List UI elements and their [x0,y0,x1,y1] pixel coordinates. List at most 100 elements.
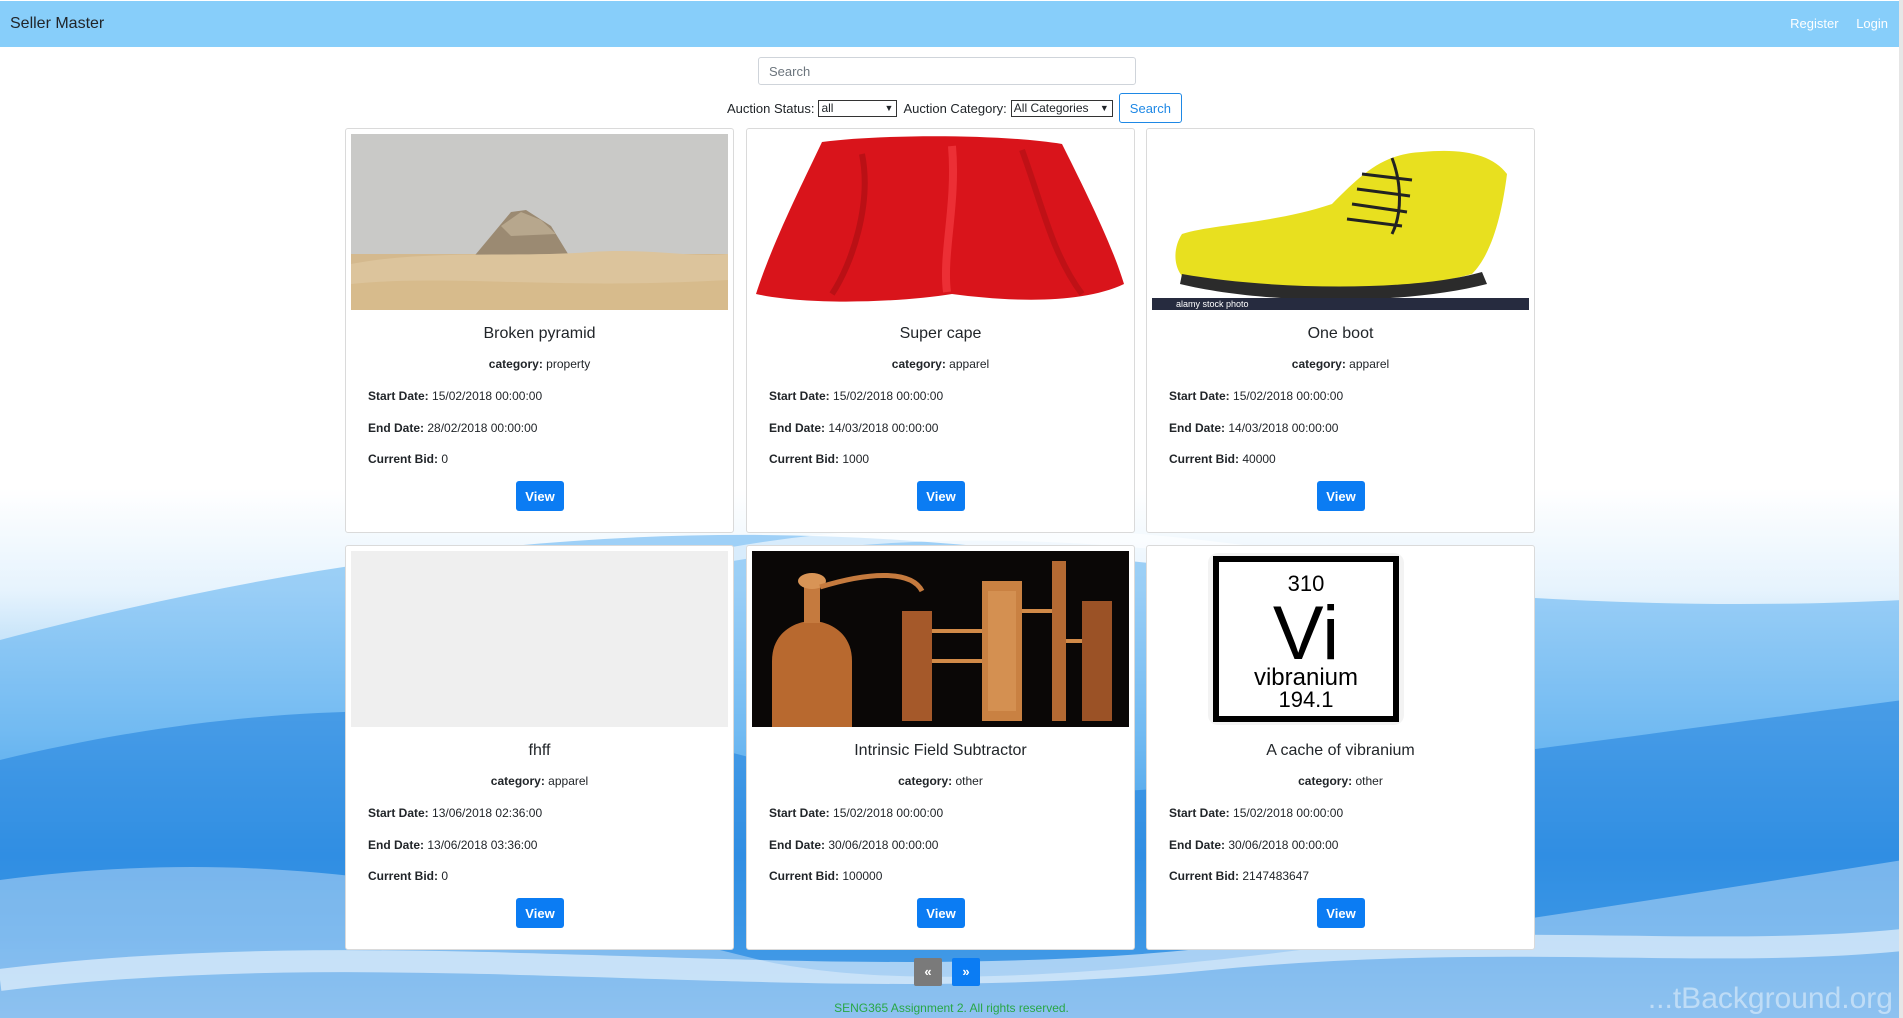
start-date: Start Date: 15/02/2018 00:00:00 [769,389,943,403]
end-date-value: 14/03/2018 00:00:00 [1228,421,1339,435]
auction-category: category: other [747,774,1134,788]
start-date-value: 15/02/2018 00:00:00 [833,806,944,820]
start-date-label: Start Date: [769,806,830,820]
view-button[interactable]: View [516,898,564,928]
search-button[interactable]: Search [1118,93,1182,123]
category-label: category: [1298,774,1353,788]
view-button[interactable]: View [1317,481,1365,511]
red-cape-photo[interactable] [752,134,1129,310]
auction-category: category: other [1147,774,1534,788]
category-label: category: [488,357,543,371]
start-date-value: 15/02/2018 00:00:00 [833,389,944,403]
auction-category: category: apparel [747,357,1134,371]
current-bid-label: Current Bid: [769,452,839,466]
view-button[interactable]: View [917,898,965,928]
chevron-down-icon: ▼ [884,102,894,113]
vertical-scrollbar[interactable] [1899,0,1903,1018]
end-date-value: 13/06/2018 03:36:00 [427,838,538,852]
copper-still-photo[interactable] [752,551,1129,727]
end-date-label: End Date: [769,838,826,852]
pyramid-photo[interactable] [351,134,728,310]
current-bid: Current Bid: 100000 [769,869,882,883]
end-date: End Date: 28/02/2018 00:00:00 [368,421,537,435]
start-date: Start Date: 15/02/2018 00:00:00 [1169,389,1343,403]
current-bid-value: 2147483647 [1242,869,1310,883]
auction-card: 310 Vi vibranium 194.1 A cache of vibran… [1146,545,1535,950]
category-value: apparel [548,774,589,788]
category-value: apparel [1349,357,1390,371]
login-link[interactable]: Login [1856,16,1888,31]
view-button[interactable]: View [516,481,564,511]
current-bid: Current Bid: 1000 [769,452,869,466]
register-link[interactable]: Register [1790,16,1838,31]
start-date-label: Start Date: [368,389,429,403]
current-bid-value: 40000 [1242,452,1276,466]
nav-links: Register Login [1776,16,1888,31]
auction-card: alamy stock photo One boot category: app… [1146,128,1535,533]
auction-card: fhff category: apparel Start Date: 13/06… [345,545,734,950]
current-bid-label: Current Bid: [769,869,839,883]
category-label: category: [490,774,545,788]
end-date: End Date: 30/06/2018 00:00:00 [769,838,938,852]
current-bid-label: Current Bid: [1169,869,1239,883]
end-date-value: 30/06/2018 00:00:00 [828,838,939,852]
end-date-label: End Date: [368,421,425,435]
current-bid: Current Bid: 40000 [1169,452,1276,466]
category-value: other [955,774,983,788]
current-bid: Current Bid: 0 [368,452,448,466]
view-button[interactable]: View [917,481,965,511]
start-date-value: 15/02/2018 00:00:00 [432,389,543,403]
start-date-label: Start Date: [1169,389,1230,403]
auction-card: Intrinsic Field Subtractor category: oth… [746,545,1135,950]
auction-status-select[interactable]: all ▼ [818,99,898,117]
current-bid-value: 100000 [842,869,883,883]
auction-card: Super cape category: apparel Start Date:… [746,128,1135,533]
auction-category-select[interactable]: All Categories ▼ [1010,99,1113,117]
auction-category: category: apparel [1147,357,1534,371]
auction-title: Broken pyramid [483,325,596,342]
view-button[interactable]: View [1317,898,1365,928]
category-value: property [546,357,591,371]
auction-title: One boot [1307,325,1374,342]
current-bid-label: Current Bid: [368,869,438,883]
auction-title: Intrinsic Field Subtractor [854,742,1027,759]
auction-title: Super cape [899,325,982,342]
category-label: category: [891,357,946,371]
auction-category: category: apparel [346,774,733,788]
empty-image-placeholder[interactable] [351,551,728,727]
auction-title: fhff [528,742,551,759]
start-date-value: 15/02/2018 00:00:00 [1233,389,1344,403]
auction-category: category: property [346,357,733,371]
end-date-label: End Date: [368,838,425,852]
previous-page-button[interactable]: « [914,958,942,986]
end-date-label: End Date: [1169,421,1226,435]
current-bid-value: 1000 [842,452,870,466]
filter-bar: Auction Status: all ▼ Auction Category: … [727,93,1182,123]
auction-status-label: Auction Status: [727,100,815,116]
start-date-label: Start Date: [769,389,830,403]
search-input[interactable] [758,57,1136,85]
vibranium-element-tile[interactable]: 310 Vi vibranium 194.1 [1152,551,1529,727]
current-bid: Current Bid: 2147483647 [1169,869,1309,883]
next-page-button[interactable]: » [952,958,980,986]
current-bid: Current Bid: 0 [368,869,448,883]
end-date-value: 14/03/2018 00:00:00 [828,421,939,435]
element-mass: 194.1 [1278,687,1333,712]
start-date: Start Date: 15/02/2018 00:00:00 [769,806,943,820]
start-date-label: Start Date: [1169,806,1230,820]
yellow-boot-photo[interactable]: alamy stock photo [1152,134,1529,310]
start-date-label: Start Date: [368,806,429,820]
end-date: End Date: 14/03/2018 00:00:00 [769,421,938,435]
chevron-down-icon: ▼ [1099,102,1109,113]
end-date-value: 30/06/2018 00:00:00 [1228,838,1339,852]
auction-card: Broken pyramid category: property Start … [345,128,734,533]
end-date-label: End Date: [769,421,826,435]
current-bid-label: Current Bid: [1169,452,1239,466]
current-bid-value: 0 [441,869,449,883]
start-date: Start Date: 15/02/2018 00:00:00 [368,389,542,403]
end-date: End Date: 14/03/2018 00:00:00 [1169,421,1338,435]
current-bid-label: Current Bid: [368,452,438,466]
category-value: apparel [949,357,990,371]
auction-category-label: Auction Category: [903,100,1007,116]
brand-title[interactable]: Seller Master [10,15,104,33]
